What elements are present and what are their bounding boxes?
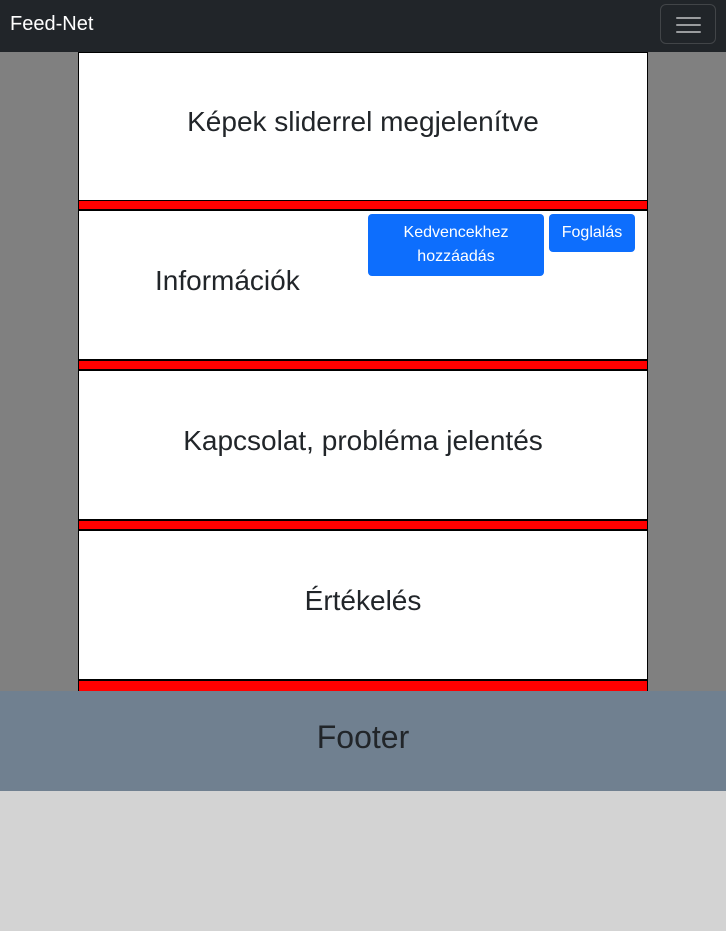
brand-link[interactable]: Feed-Net <box>10 12 93 36</box>
navbar: Feed-Net <box>0 0 726 52</box>
section-divider <box>78 520 648 530</box>
info-section-title: Információk <box>155 265 300 296</box>
slider-section-title: Képek sliderrel megjelenítve <box>187 106 539 137</box>
booking-button[interactable]: Foglalás <box>549 214 635 252</box>
rating-section: Értékelés <box>78 530 648 680</box>
info-section: Információk Kedvencekhez hozzáadás Fogla… <box>78 210 648 360</box>
footer: Footer <box>0 691 726 791</box>
section-divider <box>78 360 648 370</box>
navbar-toggler-button[interactable] <box>660 4 716 44</box>
section-divider <box>78 200 648 210</box>
contact-section-title: Kapcsolat, probléma jelentés <box>183 425 543 456</box>
main-content: Képek sliderrel megjelenítve Információk… <box>0 52 726 691</box>
add-to-favorites-button[interactable]: Kedvencekhez hozzáadás <box>368 214 544 276</box>
contact-section: Kapcsolat, probléma jelentés <box>78 370 648 520</box>
slider-section: Képek sliderrel megjelenítve <box>78 52 648 202</box>
rating-section-title: Értékelés <box>304 585 422 616</box>
footer-text: Footer <box>316 719 410 755</box>
section-divider <box>78 680 648 691</box>
